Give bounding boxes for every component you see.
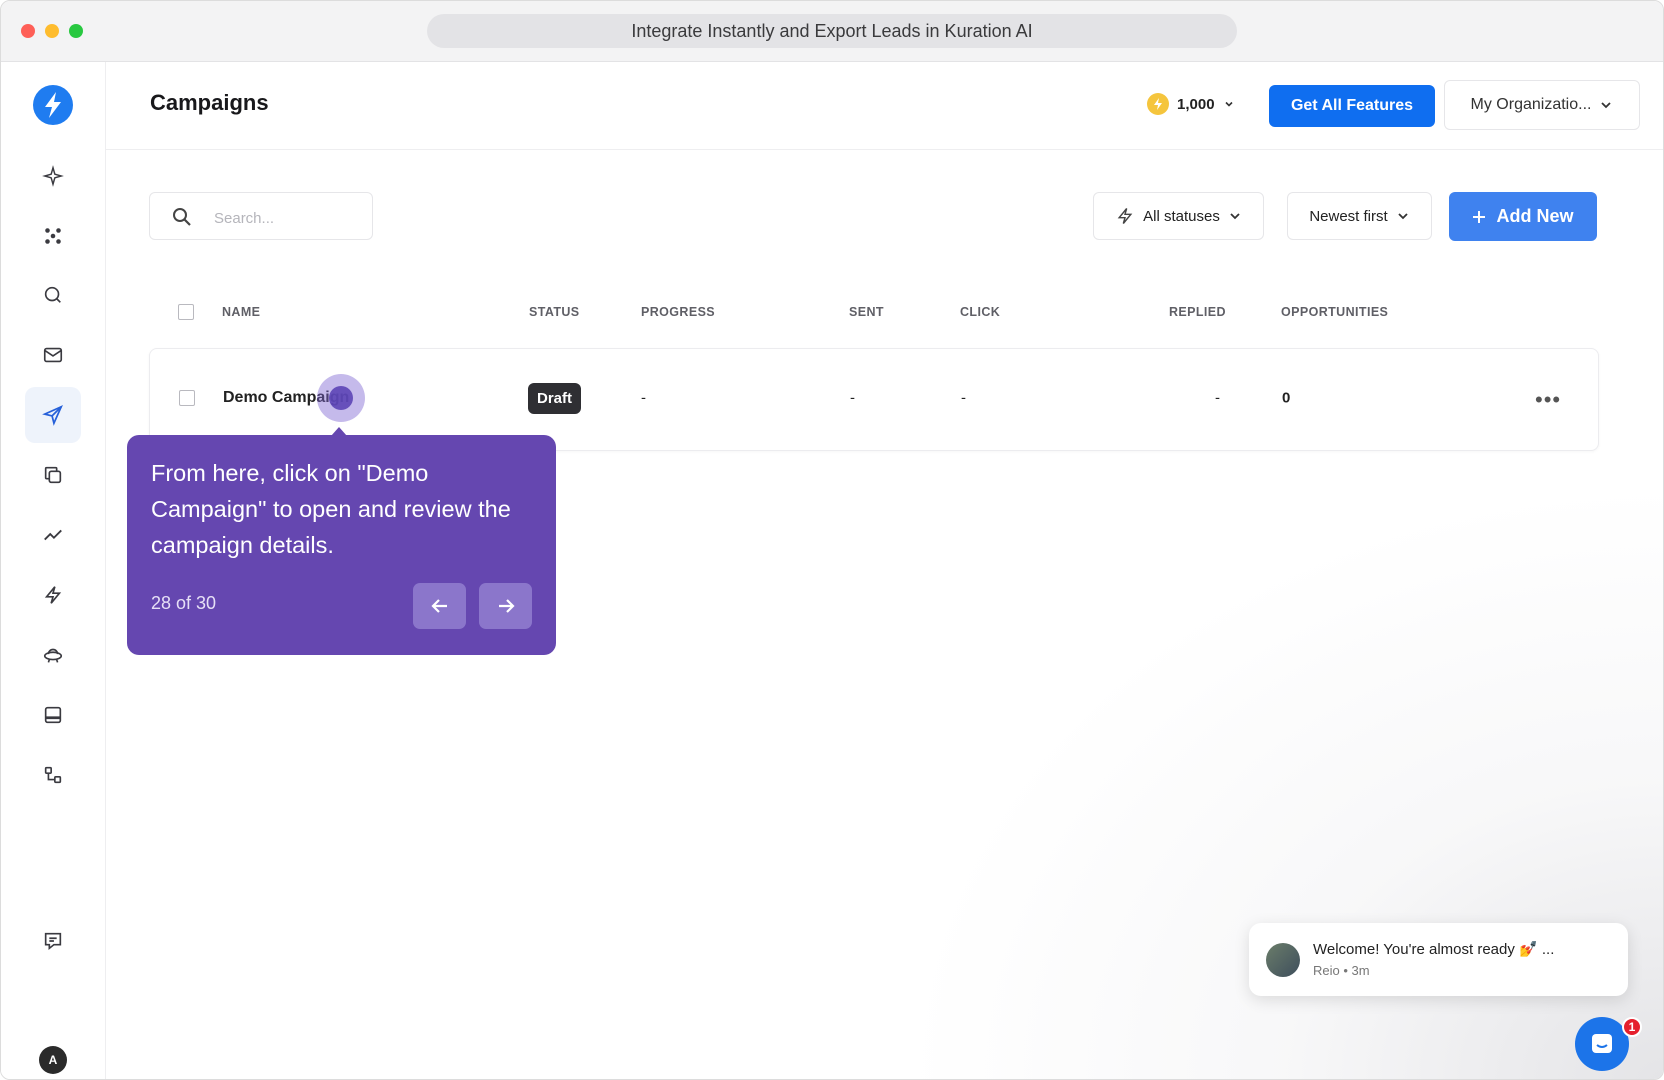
sidebar-item-campaigns[interactable] [25, 387, 81, 443]
progress-cell: - [641, 389, 646, 407]
column-header-click[interactable]: CLICK [960, 305, 1000, 319]
user-avatar[interactable]: A [39, 1046, 67, 1074]
chat-launcher-button[interactable] [1575, 1017, 1629, 1071]
column-header-name[interactable]: NAME [222, 305, 260, 319]
column-header-sent[interactable]: SENT [849, 305, 884, 319]
sidebar-item-feedback[interactable] [25, 913, 81, 969]
credits-dropdown[interactable]: 1,000 [1147, 90, 1235, 118]
sidebar-item-analytics[interactable] [25, 507, 81, 563]
search-input[interactable] [212, 205, 366, 231]
status-badge: Draft [528, 383, 581, 414]
app-logo[interactable] [33, 85, 73, 125]
sidebar-item-automations[interactable] [25, 567, 81, 623]
close-window-button[interactable] [21, 24, 35, 38]
next-step-button[interactable] [479, 583, 532, 629]
address-bar[interactable]: Integrate Instantly and Export Leads in … [427, 14, 1237, 48]
status-filter-dropdown[interactable]: All statuses [1093, 192, 1264, 240]
sidebar-item-integrations[interactable] [25, 747, 81, 803]
column-header-status[interactable]: STATUS [529, 305, 580, 319]
column-header-progress[interactable]: PROGRESS [641, 305, 715, 319]
chat-preview-card[interactable]: Welcome! You're almost ready 💅 ... Reio … [1249, 923, 1628, 996]
step-counter: 28 of 30 [151, 593, 217, 613]
sort-label: Newest first [1309, 207, 1388, 225]
add-new-label: Add New [1496, 206, 1574, 226]
sidebar-item-sparkle[interactable] [25, 148, 81, 204]
unread-badge: 1 [1622, 1017, 1642, 1037]
inbox-icon [44, 706, 62, 724]
chevron-down-icon [1601, 102, 1612, 109]
maximize-window-button[interactable] [69, 24, 83, 38]
sidebar-item-search[interactable] [25, 267, 81, 323]
send-icon [42, 405, 63, 426]
chat-icon [1592, 1034, 1612, 1053]
sidebar-item-clusters[interactable] [25, 208, 81, 264]
mail-icon [43, 347, 63, 363]
click-cell: - [961, 389, 966, 407]
tooltip-text: From here, click on "Demo Campaign" to o… [151, 460, 511, 558]
search-icon [173, 208, 191, 226]
minimize-window-button[interactable] [45, 24, 59, 38]
lightning-icon [44, 586, 62, 604]
chevron-down-icon [1230, 213, 1240, 220]
sparkle-icon [42, 165, 64, 187]
coin-icon [1147, 93, 1169, 115]
sidebar: A [1, 62, 106, 1079]
replied-cell: - [1215, 389, 1220, 407]
page-title: Campaigns [150, 90, 269, 115]
add-new-button[interactable]: Add New [1449, 192, 1597, 241]
column-header-replied[interactable]: REPLIED [1169, 305, 1226, 319]
search-icon [44, 286, 61, 303]
ufo-icon [43, 648, 63, 663]
sort-dropdown[interactable]: Newest first [1287, 192, 1432, 240]
chevron-down-icon [1224, 101, 1233, 107]
search-box[interactable] [149, 192, 373, 240]
browser-titlebar: Integrate Instantly and Export Leads in … [1, 1, 1663, 62]
sidebar-item-mail[interactable] [25, 327, 81, 383]
lightning-icon [1117, 208, 1133, 224]
more-options-icon[interactable]: ••• [1535, 387, 1561, 413]
guide-hotspot-dot [329, 386, 353, 410]
status-filter-label: All statuses [1143, 207, 1220, 225]
chat-avatar [1266, 943, 1300, 977]
guide-hotspot[interactable] [317, 374, 365, 422]
previous-step-button[interactable] [413, 583, 466, 629]
page-header: Campaigns 1,000 Get All Features My Orga… [106, 62, 1663, 150]
opportunities-cell: 0 [1282, 389, 1291, 407]
organization-label: My Organizatio... [1470, 96, 1592, 113]
chat-message: Welcome! You're almost ready 💅 ... [1313, 941, 1555, 958]
organization-dropdown[interactable]: My Organizatio... [1444, 80, 1640, 130]
chevron-down-icon [1398, 213, 1408, 220]
dots-cluster-icon [45, 228, 61, 244]
lightning-logo-icon [45, 92, 61, 118]
plus-icon [1473, 210, 1486, 223]
get-all-features-button[interactable]: Get All Features [1269, 85, 1435, 127]
arrow-right-icon [498, 599, 515, 613]
arrow-left-icon [430, 599, 447, 613]
analytics-icon [44, 529, 62, 541]
sidebar-item-explore[interactable] [25, 627, 81, 683]
guide-tooltip: From here, click on "Demo Campaign" to o… [127, 435, 556, 655]
integrations-icon [44, 766, 62, 784]
chat-meta: Reio • 3m [1313, 963, 1370, 978]
select-all-checkbox[interactable] [178, 304, 194, 320]
sent-cell: - [850, 389, 855, 407]
column-header-opportunities[interactable]: OPPORTUNITIES [1281, 305, 1388, 319]
app-window: Integrate Instantly and Export Leads in … [0, 0, 1664, 1080]
feedback-icon [44, 932, 62, 951]
credits-value: 1,000 [1177, 95, 1215, 113]
sidebar-item-templates[interactable] [25, 447, 81, 503]
sidebar-item-inbox[interactable] [25, 687, 81, 743]
row-checkbox[interactable] [179, 390, 195, 406]
copy-icon [44, 466, 62, 484]
